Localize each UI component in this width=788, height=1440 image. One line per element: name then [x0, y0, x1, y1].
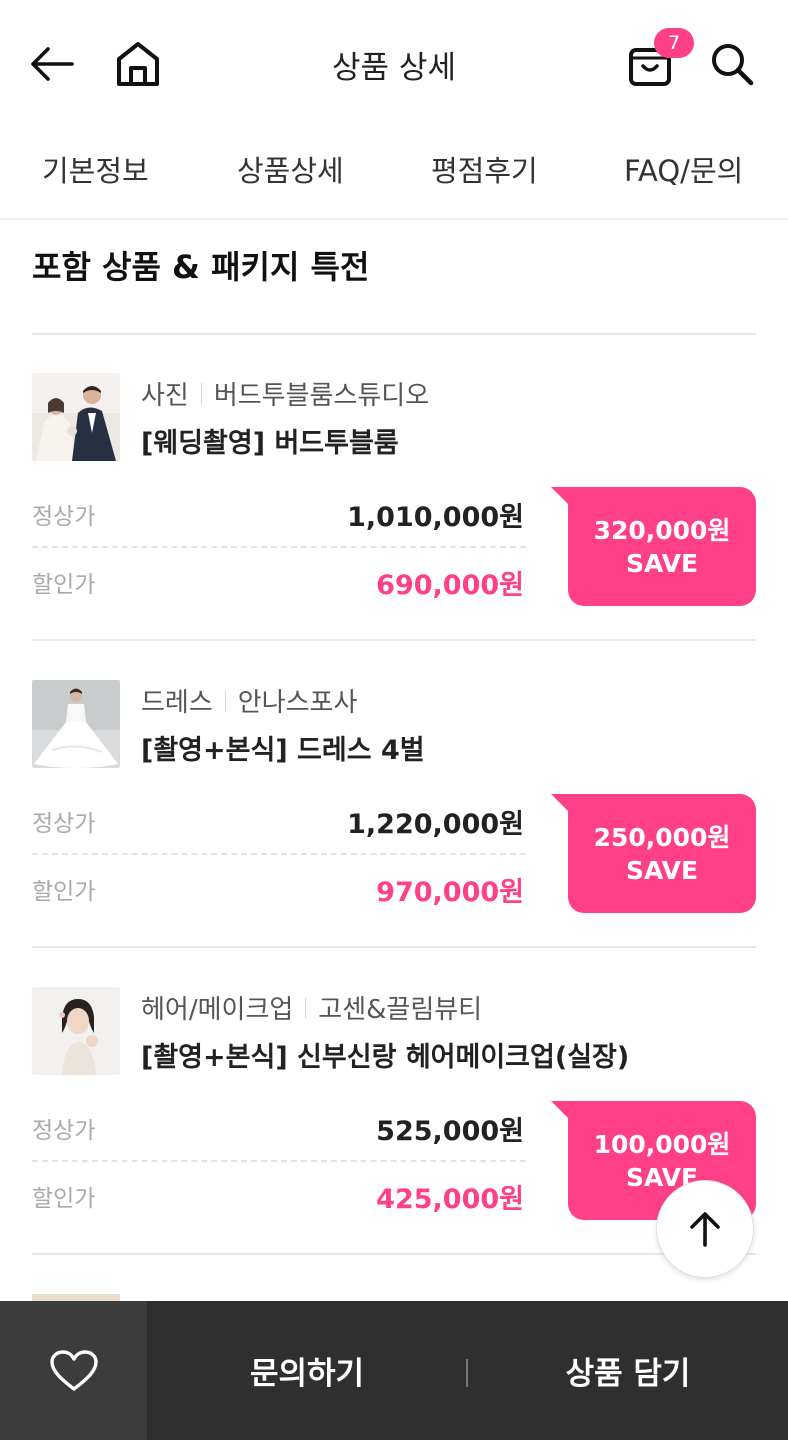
arrow-up-icon	[690, 1212, 720, 1247]
original-price: 1,220,000원	[347, 809, 524, 840]
home-icon	[117, 42, 159, 86]
vendor-name: 안나스포사	[237, 688, 358, 718]
category-row: 드레스 안나스포사	[141, 682, 357, 719]
product-thumbnail	[32, 987, 120, 1075]
sale-price: 970,000원	[376, 877, 524, 908]
save-bubble-tip	[551, 1101, 569, 1119]
package-item[interactable]: 드레스 안나스포사 [촬영+본식] 드레스 4벌 정상가 1,220,000원 …	[0, 640, 788, 946]
tab-product-detail[interactable]: 상품상세	[237, 148, 344, 192]
back-button[interactable]	[22, 34, 82, 94]
save-bubble-tip	[551, 487, 569, 505]
item-title: [촬영+본식] 드레스 4벌	[141, 735, 425, 766]
inquiry-button[interactable]: 문의하기	[147, 1301, 467, 1440]
price-divider	[32, 546, 526, 548]
app-header: 상품 상세 7	[0, 0, 788, 128]
save-amount: 320,000원	[593, 515, 731, 545]
sale-price: 425,000원	[376, 1184, 524, 1215]
category-separator	[200, 382, 202, 405]
vendor-name: 버드투블룸스튜디오	[213, 381, 430, 411]
cart-count-badge: 7	[654, 28, 694, 58]
original-price: 525,000원	[376, 1116, 524, 1147]
page-title: 상품 상세	[332, 50, 456, 86]
heart-icon	[49, 1349, 98, 1391]
save-badge: 320,000원 SAVE	[568, 487, 756, 606]
category-label: 드레스	[141, 688, 213, 718]
category-label: 헤어/메이크업	[141, 995, 294, 1025]
tab-faq[interactable]: FAQ/문의	[624, 148, 743, 192]
original-price-label: 정상가	[32, 811, 96, 837]
sale-price-label: 할인가	[32, 572, 96, 598]
add-to-cart-button[interactable]: 상품 담기	[468, 1301, 788, 1440]
product-thumbnail	[32, 680, 120, 768]
original-price: 1,010,000원	[347, 502, 524, 533]
item-title: [촬영+본식] 신부신랑 헤어메이크업(실장)	[141, 1042, 630, 1073]
category-row: 사진 버드투블룸스튜디오	[141, 375, 429, 412]
save-bubble-tip	[551, 794, 569, 812]
save-label: SAVE	[625, 855, 699, 885]
package-item[interactable]: 사진 버드투블룸스튜디오 [웨딩촬영] 버드투블룸 정상가 1,010,000원…	[0, 333, 788, 639]
detail-tabs: 기본정보 상품상세 평점후기 FAQ/문의	[0, 128, 788, 220]
search-icon	[712, 44, 754, 86]
sale-price: 690,000원	[376, 570, 524, 601]
category-separator	[224, 689, 226, 712]
category-label: 사진	[141, 381, 189, 411]
sale-price-label: 할인가	[32, 1186, 96, 1212]
original-price-label: 정상가	[32, 1118, 96, 1144]
original-price-label: 정상가	[32, 504, 96, 530]
vendor-name: 고센&끌림뷰티	[318, 995, 483, 1025]
wishlist-button[interactable]	[0, 1301, 147, 1440]
product-thumbnail	[32, 373, 120, 461]
divider	[32, 1253, 756, 1255]
save-label: SAVE	[625, 548, 699, 578]
category-row: 헤어/메이크업 고센&끌림뷰티	[141, 989, 482, 1026]
bottom-action-bar: 문의하기 상품 담기	[0, 1301, 788, 1440]
home-button[interactable]	[108, 34, 168, 94]
sale-price-label: 할인가	[32, 879, 96, 905]
scroll-top-button[interactable]	[656, 1180, 754, 1278]
section-title: 포함 상품 & 패키지 특전	[32, 248, 370, 286]
search-button[interactable]	[702, 34, 762, 94]
price-divider	[32, 1160, 526, 1162]
save-badge: 250,000원 SAVE	[568, 794, 756, 913]
price-divider	[32, 853, 526, 855]
item-title: [웨딩촬영] 버드투블룸	[141, 428, 399, 459]
save-amount: 250,000원	[593, 822, 731, 852]
category-separator	[305, 996, 307, 1019]
back-arrow-icon	[31, 47, 74, 81]
tab-basic-info[interactable]: 기본정보	[42, 148, 149, 192]
tab-reviews[interactable]: 평점후기	[431, 148, 538, 192]
save-amount: 100,000원	[593, 1129, 731, 1159]
